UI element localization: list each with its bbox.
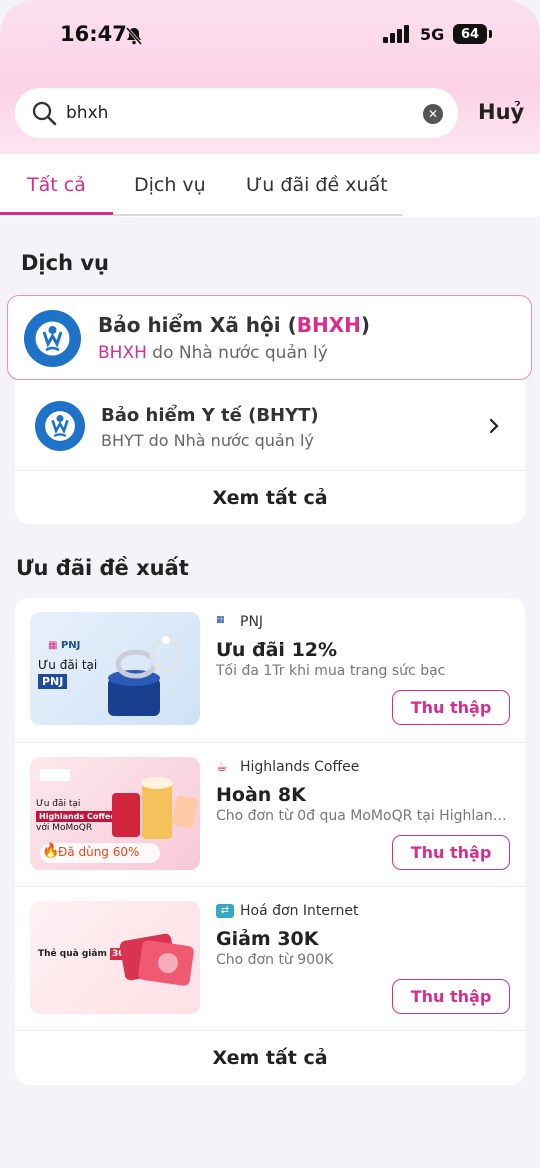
offer-title-pnj: Ưu đãi 12% bbox=[216, 639, 338, 661]
bhyt-logo-icon bbox=[35, 401, 85, 451]
app-screen: 16:47 5G 64 ✕ Huỷ Tất cả Dịch vụ Ưu đãi … bbox=[0, 0, 540, 1168]
collect-button-internet[interactable]: Thu thập bbox=[392, 979, 510, 1014]
internet-bill-icon: ⇄ bbox=[216, 904, 234, 918]
service-subtitle-bhyt: BHYT do Nhà nước quản lý bbox=[101, 431, 314, 450]
collect-button-highlands[interactable]: Thu thập bbox=[392, 835, 510, 870]
service-subtitle-bhxh-rest: do Nhà nước quản lý bbox=[146, 343, 328, 363]
pnj-mini-logo-text: PNJ bbox=[60, 640, 81, 651]
service-subtitle-bhxh-highlight: BHXH bbox=[98, 343, 147, 363]
ring-product-image bbox=[108, 635, 183, 716]
clear-search-icon[interactable]: ✕ bbox=[423, 104, 443, 124]
highlands-banner-tag: Highlands Coffee bbox=[36, 811, 119, 822]
fire-icon: 🔥 bbox=[42, 843, 60, 859]
search-bar[interactable] bbox=[15, 88, 458, 138]
service-item-bhxh[interactable] bbox=[7, 295, 532, 380]
search-input[interactable] bbox=[66, 98, 406, 128]
status-time: 16:47 bbox=[60, 22, 127, 46]
pnj-logo-icon: ▦ bbox=[216, 615, 225, 625]
offer-desc-pnj: Tối đa 1Tr khi mua trang sức bạc bbox=[216, 663, 446, 679]
offers-section-title: Ưu đãi đề xuất bbox=[16, 556, 189, 580]
drink-product-image bbox=[112, 777, 199, 839]
highlands-used-progress: 🔥 Đã dùng 60% bbox=[40, 843, 160, 863]
service-title-bhyt: Bảo hiểm Y tế (BHYT) bbox=[101, 405, 319, 426]
tab-services[interactable]: Dịch vụ bbox=[134, 174, 206, 196]
chevron-right-icon bbox=[489, 418, 499, 434]
offer-brand-internet: ⇄ Hoá đơn Internet bbox=[216, 903, 359, 919]
offers-see-all-button[interactable]: Xem tất cả bbox=[15, 1047, 525, 1069]
divider bbox=[15, 1030, 525, 1031]
service-title-bhxh-prefix: Bảo hiểm Xã hội ( bbox=[98, 313, 297, 337]
divider bbox=[15, 886, 525, 887]
offer-brand-highlands: ☕ Highlands Coffee bbox=[216, 759, 359, 775]
service-subtitle-bhxh: BHXH do Nhà nước quản lý bbox=[98, 343, 328, 363]
divider bbox=[15, 742, 525, 743]
internet-banner-text: Thẻ quà giảm bbox=[38, 949, 107, 959]
offer-banner-highlands[interactable]: Ưu đãi tại Highlands Coffee với MoMoQR 🔥… bbox=[30, 757, 200, 870]
tab-bar: Tất cả Dịch vụ Ưu đãi đề xuất bbox=[0, 154, 540, 217]
offer-banner-pnj[interactable]: ▦ PNJ Ưu đãi tại PNJ bbox=[30, 612, 200, 725]
offer-brand-pnj: ▦ PNJ bbox=[216, 614, 263, 630]
pnj-banner-tag: PNJ bbox=[38, 674, 68, 689]
offer-brand-name: Highlands Coffee bbox=[240, 759, 360, 775]
service-title-bhxh-suffix: ) bbox=[360, 313, 371, 337]
offer-brand-name: PNJ bbox=[240, 614, 264, 630]
battery-icon: 64 bbox=[453, 24, 487, 44]
status-bar: 16:47 5G 64 bbox=[0, 0, 540, 70]
tab-offers[interactable]: Ưu đãi đề xuất bbox=[246, 174, 388, 196]
highlands-banner-line3: với MoMoQR bbox=[36, 823, 93, 833]
tab-all[interactable]: Tất cả bbox=[27, 174, 86, 196]
cancel-button[interactable]: Huỷ bbox=[478, 100, 524, 124]
divider bbox=[15, 470, 525, 471]
offer-title-highlands: Hoàn 8K bbox=[216, 784, 306, 806]
highlands-banner-line1: Ưu đãi tại bbox=[36, 799, 81, 809]
search-icon bbox=[32, 101, 57, 126]
offer-title-internet: Giảm 30K bbox=[216, 928, 319, 950]
signal-icon bbox=[383, 25, 409, 43]
offer-brand-name: Hoá đơn Internet bbox=[240, 903, 359, 919]
service-title-bhxh-highlight: BHXH bbox=[296, 313, 361, 337]
bhxh-logo-icon bbox=[24, 310, 81, 367]
collect-button-pnj[interactable]: Thu thập bbox=[392, 690, 510, 725]
battery-tip bbox=[489, 30, 492, 38]
pnj-banner-line1: Ưu đãi tại bbox=[38, 658, 98, 672]
network-type: 5G bbox=[420, 25, 445, 44]
service-title-bhxh: Bảo hiểm Xã hội (BHXH) bbox=[98, 313, 370, 337]
highlands-logo-icon: ☕ bbox=[216, 760, 228, 775]
offer-desc-highlands: Cho đơn từ 0đ qua MoMoQR tại Highlands C… bbox=[216, 808, 512, 824]
services-see-all-button[interactable]: Xem tất cả bbox=[15, 487, 525, 509]
pnj-mini-logo: ▦ PNJ bbox=[48, 640, 81, 651]
highlands-used-label: Đã dùng 60% bbox=[58, 845, 140, 859]
gift-card-image bbox=[119, 933, 194, 986]
battery-level: 64 bbox=[460, 26, 480, 42]
momo-mini-logo bbox=[40, 769, 70, 781]
offer-desc-internet: Cho đơn từ 900K bbox=[216, 952, 334, 968]
services-section-title: Dịch vụ bbox=[21, 251, 109, 275]
offer-banner-internet[interactable]: Thẻ quà giảm 30k bbox=[30, 901, 200, 1014]
bell-off-icon bbox=[125, 27, 143, 45]
tab-active-indicator bbox=[0, 212, 113, 215]
tab-divider bbox=[113, 214, 403, 216]
